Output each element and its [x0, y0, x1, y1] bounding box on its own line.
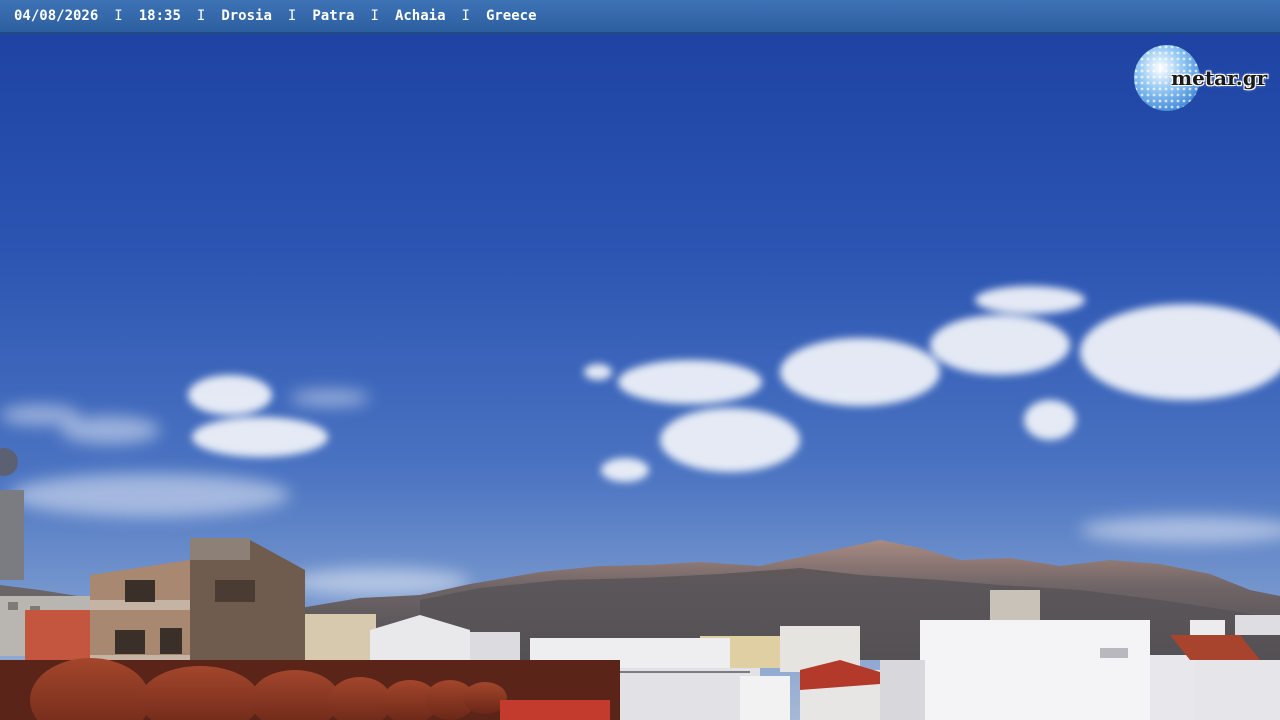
place-label: Drosia	[221, 8, 272, 24]
metar-logo: metar.gr	[1133, 44, 1273, 114]
red-roof-house	[800, 660, 880, 720]
separator: I	[287, 8, 297, 24]
date-label: 04/08/2026	[14, 8, 99, 24]
separator: I	[461, 8, 470, 24]
logo-text: metar.gr	[1171, 66, 1268, 90]
separator: I	[370, 8, 379, 24]
region-label: Achaia	[394, 8, 446, 24]
city-label: Patra	[312, 8, 355, 24]
timestamp-bar: 04/08/2026 I 18:35 I Drosia I Patra I Ac…	[0, 0, 1280, 34]
webcam-scene	[0, 0, 1280, 720]
time-label: 18:35	[138, 8, 181, 24]
separator: I	[196, 8, 206, 24]
country-label: Greece	[485, 8, 537, 24]
separator: I	[114, 8, 123, 24]
roof-tiles	[0, 658, 620, 720]
